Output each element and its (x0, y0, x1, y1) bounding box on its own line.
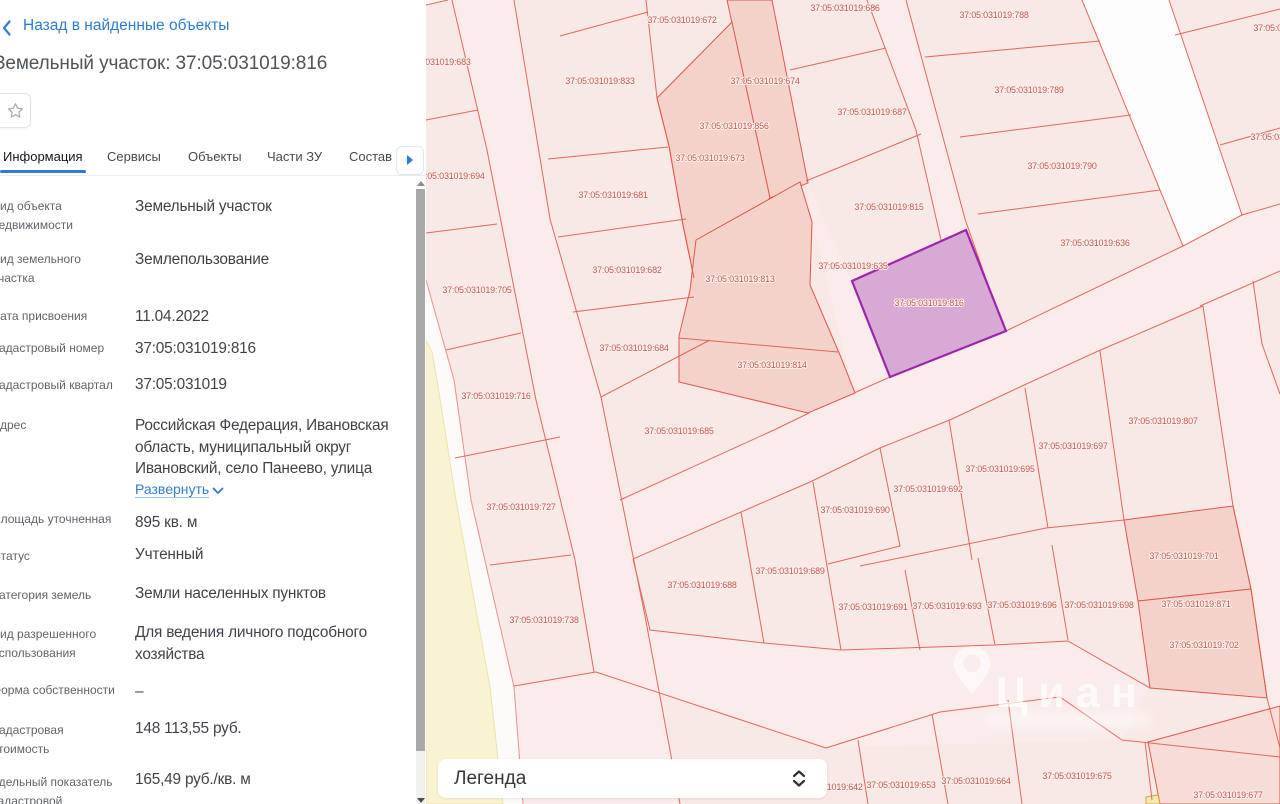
svg-text:37:05:031019:833: 37:05:031019:833 (565, 76, 635, 86)
svg-text:37:05:031019:856: 37:05:031019:856 (699, 121, 769, 131)
svg-text:37:05:031019:664: 37:05:031019:664 (941, 776, 1011, 786)
svg-text:37:05:031019:687: 37:05:031019:687 (837, 107, 907, 117)
svg-text:37:05:031019:790: 37:05:031019:790 (1027, 161, 1097, 171)
svg-text:37:05:031019:686: 37:05:031019:686 (810, 3, 880, 13)
svg-text:37:05:031019:815: 37:05:031019:815 (854, 202, 924, 212)
svg-text:37:05:031019:676: 37:05:031019:676 (1253, 23, 1280, 33)
svg-text:37:05:031019:705: 37:05:031019:705 (442, 285, 512, 295)
svg-text:37:05:031019:692: 37:05:031019:692 (893, 484, 963, 494)
svg-text:37:05:031019:681: 37:05:031019:681 (578, 190, 648, 200)
svg-text:37:05:031019:695: 37:05:031019:695 (965, 464, 1035, 474)
svg-text:37:05:031019:788: 37:05:031019:788 (959, 10, 1029, 20)
svg-text:37:05:031019:685: 37:05:031019:685 (644, 426, 714, 436)
svg-text:37:05:031019:635: 37:05:031019:635 (818, 261, 888, 271)
svg-text:37:05:031019:701: 37:05:031019:701 (1149, 551, 1219, 561)
svg-text:37:05:031019:672: 37:05:031019:672 (647, 15, 717, 25)
svg-text:37:05:031019:727: 37:05:031019:727 (486, 502, 556, 512)
svg-text:37:05:031019:693: 37:05:031019:693 (912, 601, 982, 611)
svg-text:37:05:031019:688: 37:05:031019:688 (667, 580, 737, 590)
svg-text:37:05:031019:689: 37:05:031019:689 (755, 566, 825, 576)
svg-text:37:05:031019:683: 37:05:031019:683 (426, 57, 471, 67)
svg-text:37:05:031019:677: 37:05:031019:677 (1193, 790, 1263, 800)
svg-text:37:05:031019:871: 37:05:031019:871 (1161, 599, 1231, 609)
svg-text:37:05:031019:644: 37:05:031019:644 (1250, 132, 1280, 142)
svg-text:37:05:031019:690: 37:05:031019:690 (820, 505, 890, 515)
svg-text:37:05:031019:636: 37:05:031019:636 (1060, 238, 1130, 248)
svg-text:37:05:031019:673: 37:05:031019:673 (675, 153, 745, 163)
svg-text:37:05:031019:697: 37:05:031019:697 (1038, 441, 1108, 451)
svg-text:37:05:031019:698: 37:05:031019:698 (1064, 600, 1134, 610)
svg-text:37:05:031019:682: 37:05:031019:682 (592, 265, 662, 275)
svg-text:37:05:031019:696: 37:05:031019:696 (987, 600, 1057, 610)
svg-text:37:05:031019:674: 37:05:031019:674 (730, 76, 800, 86)
svg-text:37:05:031019:807: 37:05:031019:807 (1128, 416, 1198, 426)
svg-text:37:05:031019:816: 37:05:031019:816 (894, 298, 964, 308)
svg-text:37:05:031019:702: 37:05:031019:702 (1169, 640, 1239, 650)
svg-text:37:05:031019:694: 37:05:031019:694 (426, 171, 485, 181)
svg-text:37:05:031019:814: 37:05:031019:814 (737, 360, 807, 370)
svg-text:37:05:031019:691: 37:05:031019:691 (838, 602, 908, 612)
svg-text:37:05:031019:716: 37:05:031019:716 (461, 391, 531, 401)
svg-text:37:05:031019:653: 37:05:031019:653 (866, 780, 936, 790)
svg-text:37:05:031019:675: 37:05:031019:675 (1042, 771, 1112, 781)
svg-text:37:05:031019:789: 37:05:031019:789 (994, 85, 1064, 95)
svg-text:37:05:031019:738: 37:05:031019:738 (509, 615, 579, 625)
svg-text:37:05:031019:684: 37:05:031019:684 (599, 343, 669, 353)
svg-text:37:05:031019:813: 37:05:031019:813 (705, 274, 775, 284)
